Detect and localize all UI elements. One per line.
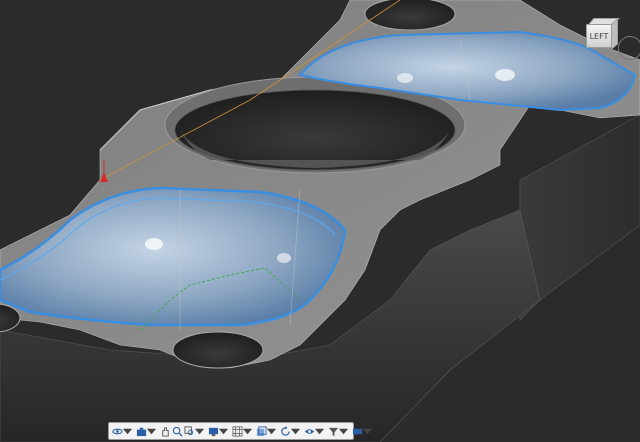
lower-pocket-highlight-2	[277, 253, 291, 263]
zoom-button[interactable]	[172, 424, 183, 438]
pan-icon	[160, 426, 171, 437]
cad-viewport[interactable]: LEFT	[0, 0, 640, 442]
bottom-hole	[172, 331, 264, 369]
chevron-down-icon	[338, 426, 349, 437]
lower-pocket	[0, 186, 347, 327]
chevron-down-icon	[266, 426, 277, 437]
chevron-down-icon	[194, 426, 205, 437]
chevron-down-icon	[290, 426, 301, 437]
navigation-toolbar	[108, 422, 372, 440]
view-cube[interactable]: LEFT	[584, 16, 620, 50]
part-model[interactable]	[0, 0, 640, 442]
zoom-dropdown-button[interactable]	[194, 424, 205, 438]
section-dropdown-button[interactable]	[266, 424, 277, 438]
chevron-down-icon	[362, 426, 373, 437]
rotate-dropdown-button[interactable]	[290, 424, 301, 438]
view-cube-face-left[interactable]: LEFT	[586, 24, 612, 48]
capture-dropdown-button[interactable]	[146, 424, 157, 438]
display-dropdown-button[interactable]	[218, 424, 229, 438]
lower-pocket-highlight	[145, 238, 163, 250]
grid-dropdown-button[interactable]	[242, 424, 253, 438]
chevron-down-icon	[242, 426, 253, 437]
chevron-down-icon	[218, 426, 229, 437]
orbit-dropdown-button[interactable]	[122, 424, 133, 438]
zoom-icon	[172, 426, 183, 437]
chevron-down-icon	[122, 426, 133, 437]
filter-dropdown-button[interactable]	[338, 424, 349, 438]
chevron-down-icon	[314, 426, 325, 437]
upper-pocket-highlight-2	[397, 73, 413, 83]
top-hole	[364, 0, 456, 31]
simulate-dropdown-button[interactable]	[362, 424, 373, 438]
upper-pocket-highlight	[495, 69, 515, 81]
chevron-down-icon	[146, 426, 157, 437]
part-side-face	[519, 114, 640, 321]
visibility-dropdown-button[interactable]	[314, 424, 325, 438]
view-cube-ring[interactable]	[618, 36, 640, 60]
pan-button[interactable]	[160, 424, 171, 438]
